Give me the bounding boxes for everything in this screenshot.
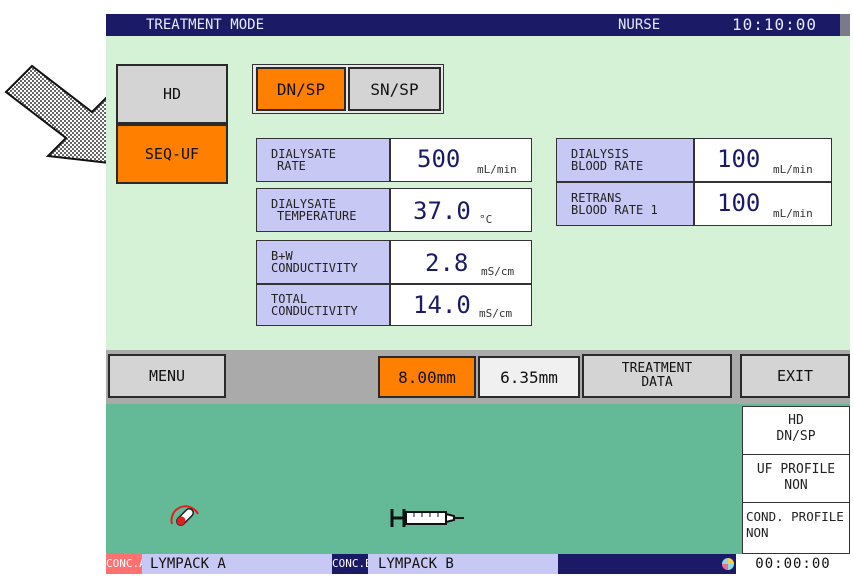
total-conductivity-value: 14.0 bbox=[413, 291, 471, 319]
treatment-data-label-2: DATA bbox=[641, 375, 673, 390]
retrans-blood-rate-field[interactable]: 100 mL/min bbox=[694, 182, 832, 226]
dn-sp-label: DN/SP bbox=[276, 79, 326, 99]
dialysate-temperature-unit: °C bbox=[479, 213, 493, 226]
sn-sp-label: SN/SP bbox=[370, 79, 419, 99]
profile-dn-sp: DN/SP bbox=[776, 429, 816, 444]
retrans-blood-rate-value: 100 bbox=[717, 189, 761, 217]
conc-a-tag: CONC.A bbox=[106, 554, 146, 574]
multicolor-status-icon bbox=[720, 554, 736, 574]
size-635mm-button[interactable]: 6.35mm bbox=[478, 356, 580, 398]
user-role: NURSE bbox=[618, 17, 661, 33]
dn-sp-button[interactable]: DN/SP bbox=[256, 67, 346, 111]
size-8mm-label: 8.00mm bbox=[398, 367, 456, 387]
sn-sp-button[interactable]: SN/SP bbox=[348, 67, 441, 111]
retrans-blood-rate-label: RETRANS BLOOD RATE 1 bbox=[556, 182, 694, 226]
uf-profile-label: UF PROFILE bbox=[756, 462, 836, 477]
dialysate-rate-value: 500 bbox=[417, 145, 461, 173]
bw-conductivity-unit: mS/cm bbox=[481, 265, 515, 278]
hd-button-label: HD bbox=[162, 85, 182, 103]
exit-button[interactable]: EXIT bbox=[740, 354, 850, 398]
total-conductivity-unit: mS/cm bbox=[479, 307, 513, 320]
profile-mode-box: HD DN/SP bbox=[743, 407, 849, 455]
retrans-blood-rate-unit: mL/min bbox=[773, 207, 813, 220]
seq-uf-button-label: SEQ-UF bbox=[144, 145, 200, 163]
total-conductivity-field[interactable]: 14.0 mS/cm bbox=[390, 284, 532, 326]
conc-b-tag: CONC.B bbox=[332, 554, 372, 574]
status-display-area bbox=[106, 404, 850, 554]
dialysis-blood-rate-value: 100 bbox=[717, 145, 761, 173]
uf-profile-box[interactable]: UF PROFILE NON bbox=[743, 455, 849, 503]
dialysate-rate-field[interactable]: 500 mL/min bbox=[390, 138, 532, 182]
clock: 10:10:00 bbox=[732, 15, 818, 34]
cond-profile-value: NON bbox=[746, 525, 769, 540]
syringe-icon bbox=[390, 509, 464, 527]
bw-conductivity-field[interactable]: 2.8 mS/cm bbox=[390, 240, 532, 284]
dialysis-blood-rate-unit: mL/min bbox=[773, 163, 813, 176]
dialysate-temperature-label: DIALYSATE TEMPERATURE bbox=[256, 188, 390, 232]
menu-button[interactable]: MENU bbox=[108, 354, 226, 398]
exit-button-label: EXIT bbox=[776, 367, 814, 385]
dialysate-temperature-field[interactable]: 37.0 °C bbox=[390, 188, 532, 232]
dialysate-rate-label: DIALYSATE RATE bbox=[256, 138, 390, 182]
size-8mm-button[interactable]: 8.00mm bbox=[378, 356, 476, 398]
cond-profile-label: COND. PROFILE bbox=[746, 509, 844, 524]
treatment-data-button[interactable]: TREATMENT DATA bbox=[582, 354, 732, 398]
elapsed-timer: 00:00:00 bbox=[736, 554, 850, 574]
uf-profile-value: NON bbox=[784, 478, 808, 493]
size-635mm-label: 6.35mm bbox=[500, 367, 558, 387]
pressure-gauge-icon bbox=[170, 505, 199, 526]
menu-button-label: MENU bbox=[148, 367, 186, 385]
conc-a-value: LYMPACK A bbox=[142, 554, 332, 574]
seq-uf-button[interactable]: SEQ-UF bbox=[116, 124, 228, 184]
cond-profile-box[interactable]: COND. PROFILE NON bbox=[743, 503, 849, 553]
status-bar: CONC.A LYMPACK A CONC.B LYMPACK B 00:00:… bbox=[106, 554, 850, 574]
mode-title: TREATMENT MODE bbox=[146, 17, 265, 33]
dialysate-temperature-value: 37.0 bbox=[413, 197, 471, 225]
bw-conductivity-value: 2.8 bbox=[425, 249, 469, 277]
hd-button[interactable]: HD bbox=[116, 64, 228, 124]
total-conductivity-label: TOTAL CONDUCTIVITY bbox=[256, 284, 390, 326]
bw-conductivity-label: B+W CONDUCTIVITY bbox=[256, 240, 390, 284]
title-bar: TREATMENT MODE NURSE 10:10:00 bbox=[106, 14, 840, 36]
treatment-data-label-1: TREATMENT bbox=[621, 361, 693, 376]
dialysis-blood-rate-field[interactable]: 100 mL/min bbox=[694, 138, 832, 182]
dialysis-blood-rate-label: DIALYSIS BLOOD RATE bbox=[556, 138, 694, 182]
title-bar-edge bbox=[840, 14, 850, 36]
profile-panel: HD DN/SP UF PROFILE NON COND. PROFILE NO… bbox=[742, 406, 850, 554]
profile-hd: HD bbox=[788, 413, 804, 428]
dialysate-rate-unit: mL/min bbox=[477, 163, 517, 176]
conc-b-value: LYMPACK B bbox=[368, 554, 558, 574]
